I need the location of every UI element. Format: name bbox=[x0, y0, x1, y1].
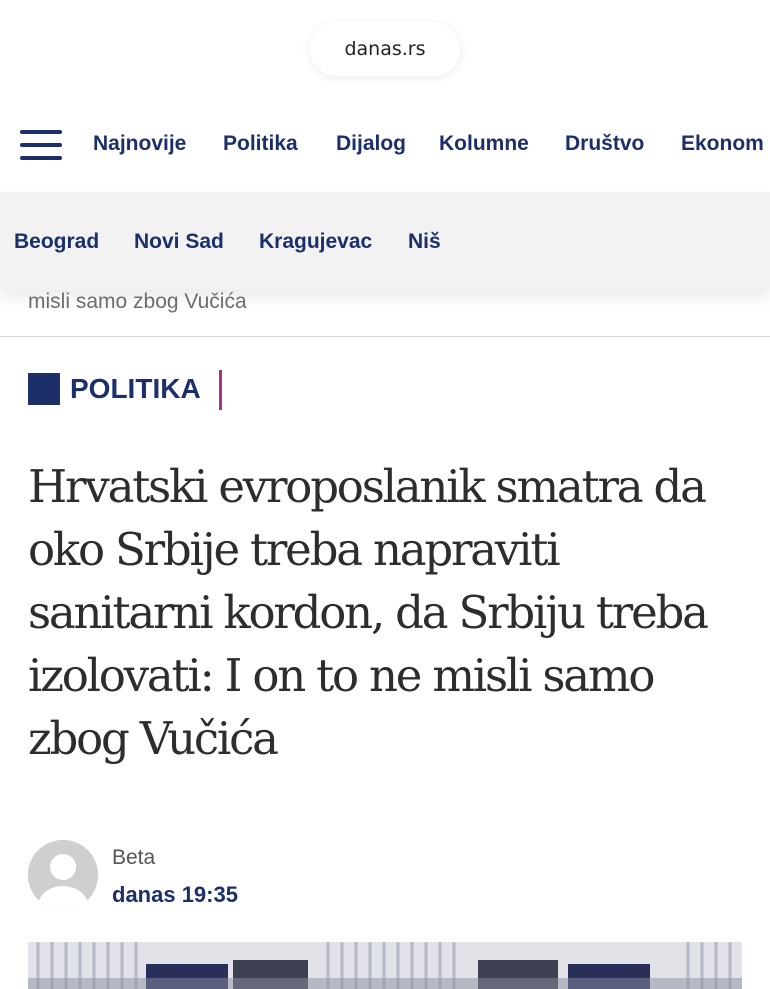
hamburger-menu-icon[interactable] bbox=[20, 130, 62, 160]
category-label[interactable]: POLITIKA bbox=[70, 373, 201, 405]
city-link-novi-sad[interactable]: Novi Sad bbox=[134, 230, 224, 254]
nav-item-kolumne[interactable]: Kolumne bbox=[439, 132, 529, 156]
nav-item-politika[interactable]: Politika bbox=[223, 132, 298, 156]
url-field[interactable]: danas.rs bbox=[310, 22, 460, 76]
author-name[interactable]: Beta bbox=[112, 846, 155, 870]
city-link-nis[interactable]: Niš bbox=[408, 230, 441, 254]
nav-item-ekonomija[interactable]: Ekonom bbox=[681, 132, 764, 156]
breadcrumb: misli samo zbog Vučića bbox=[28, 290, 247, 313]
category-square-icon bbox=[28, 373, 60, 405]
article-image[interactable] bbox=[28, 942, 742, 989]
user-avatar-icon bbox=[28, 840, 98, 910]
nav-item-najnovije[interactable]: Najnovije bbox=[93, 132, 186, 156]
nav-item-drustvo[interactable]: Društvo bbox=[565, 132, 644, 156]
browser-url-bar: danas.rs bbox=[0, 0, 770, 98]
nav-item-dijalog[interactable]: Dijalog bbox=[336, 132, 406, 156]
city-link-kragujevac[interactable]: Kragujevac bbox=[259, 230, 372, 254]
publish-time: danas 19:35 bbox=[112, 882, 238, 907]
article-headline: Hrvatski evroposlanik smatra da oko Srbi… bbox=[28, 460, 709, 765]
category-accent-bar bbox=[219, 370, 222, 410]
city-link-beograd[interactable]: Beograd bbox=[14, 230, 99, 254]
city-subnavigation bbox=[0, 192, 770, 290]
divider bbox=[0, 336, 770, 337]
